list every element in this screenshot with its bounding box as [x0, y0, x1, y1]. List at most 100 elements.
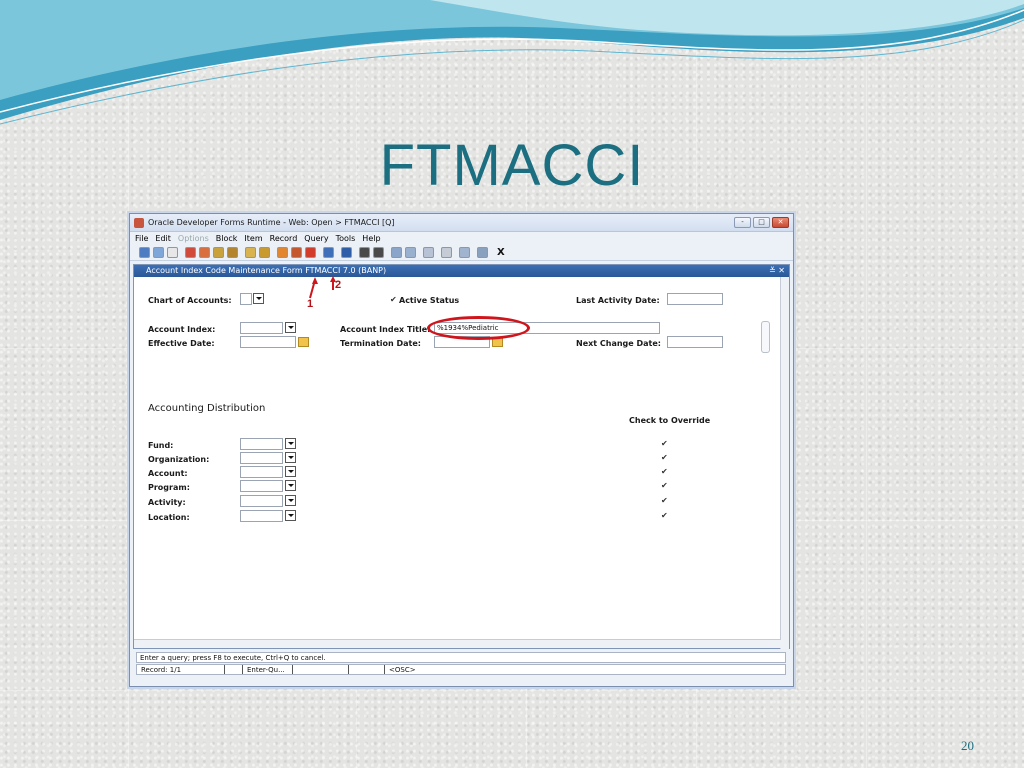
menu-record[interactable]: Record [270, 234, 298, 243]
organization-override-checkbox[interactable]: ✔ [661, 453, 668, 462]
menu-tools[interactable]: Tools [336, 234, 356, 243]
exit-icon[interactable]: X [497, 247, 505, 258]
navigate-icon[interactable] [423, 247, 434, 258]
oracle-app-icon [134, 217, 144, 228]
form-vertical-scrollbar[interactable] [780, 277, 789, 649]
record-scrollbar[interactable] [761, 321, 770, 353]
account-field[interactable] [240, 466, 283, 478]
print-icon[interactable] [167, 247, 178, 258]
status-blank [293, 665, 349, 674]
account-index-dropdown[interactable] [285, 322, 296, 333]
fund-dropdown[interactable] [285, 438, 296, 449]
lov-icon[interactable] [441, 247, 452, 258]
block-icon[interactable] [391, 247, 402, 258]
activity-label: Activity: [148, 498, 186, 507]
location-dropdown[interactable] [285, 510, 296, 521]
highlight-oval [427, 316, 530, 340]
cancel-query-icon[interactable] [305, 247, 316, 258]
account-index-field[interactable] [240, 322, 283, 334]
chart-of-accounts-field[interactable] [240, 293, 252, 305]
organization-label: Organization: [148, 455, 210, 464]
close-button[interactable]: ✕ [772, 217, 789, 228]
page-number: 20 [961, 738, 974, 753]
help-icon[interactable] [373, 247, 384, 258]
status-bar: Record: 1/1 Enter-Qu... <OSC> [136, 664, 786, 675]
account-index-title-label: Account Index Title: [340, 325, 431, 334]
next-block-icon[interactable] [227, 247, 238, 258]
location-override-checkbox[interactable]: ✔ [661, 511, 668, 520]
print-screen-icon[interactable] [341, 247, 352, 258]
menu-item[interactable]: Item [244, 234, 262, 243]
check-to-override-header: Check to Override [629, 416, 711, 425]
status-osc: <OSC> [389, 666, 416, 674]
accounting-distribution-header: Accounting Distribution [148, 403, 266, 414]
chart-of-accounts-dropdown[interactable] [253, 293, 264, 304]
form-horizontal-scrollbar[interactable] [134, 639, 781, 648]
menu-query[interactable]: Query [304, 234, 328, 243]
annotation-2: 2 [335, 279, 342, 291]
save-icon[interactable] [139, 247, 150, 258]
insert-record-icon[interactable] [245, 247, 256, 258]
fund-field[interactable] [240, 438, 283, 450]
program-field[interactable] [240, 480, 283, 492]
form-title: Account Index Code Maintenance Form FTMA… [146, 266, 387, 275]
fund-label: Fund: [148, 441, 174, 450]
item-icon[interactable] [405, 247, 416, 258]
forms-runtime-window: Oracle Developer Forms Runtime - Web: Op… [129, 213, 794, 687]
effective-date-field[interactable] [240, 336, 296, 348]
previous-block-icon[interactable] [185, 247, 196, 258]
menu-block[interactable]: Block [216, 234, 238, 243]
activity-dropdown[interactable] [285, 495, 296, 506]
menu-help[interactable]: Help [362, 234, 380, 243]
active-status-label: Active Status [399, 296, 460, 305]
next-record-icon[interactable] [213, 247, 224, 258]
minimize-button[interactable]: - [734, 217, 751, 228]
active-status-checkbox[interactable]: ✔ [390, 295, 397, 304]
effective-date-label: Effective Date: [148, 339, 215, 348]
activity-override-checkbox[interactable]: ✔ [661, 496, 668, 505]
status-mode: Enter-Qu... [243, 665, 293, 674]
organization-field[interactable] [240, 452, 283, 464]
previous-record-icon[interactable] [199, 247, 210, 258]
window-title: Oracle Developer Forms Runtime - Web: Op… [148, 218, 395, 227]
effective-date-calendar-icon[interactable] [298, 337, 309, 347]
menu-edit[interactable]: Edit [155, 234, 171, 243]
account-dropdown[interactable] [285, 466, 296, 477]
remove-record-icon[interactable] [259, 247, 270, 258]
account-override-checkbox[interactable]: ✔ [661, 467, 668, 476]
fund-override-checkbox[interactable]: ✔ [661, 439, 668, 448]
location-field[interactable] [240, 510, 283, 522]
slide-title: FTMACCI [379, 133, 645, 198]
execute-query-icon[interactable] [291, 247, 302, 258]
document-icon[interactable] [459, 247, 470, 258]
form-window-controls[interactable]: ≚ ✕ [769, 265, 785, 277]
bg-gridline [0, 690, 1024, 691]
last-activity-date-label: Last Activity Date: [576, 296, 660, 305]
wave-decoration [0, 0, 1024, 125]
last-activity-date-field[interactable] [667, 293, 723, 305]
chart-of-accounts-label: Chart of Accounts: [148, 296, 232, 305]
program-label: Program: [148, 483, 190, 492]
termination-date-label: Termination Date: [340, 339, 421, 348]
activity-field[interactable] [240, 495, 283, 507]
status-blank [225, 665, 243, 674]
options-icon[interactable] [323, 247, 334, 258]
rollback-icon[interactable] [153, 247, 164, 258]
next-change-date-label: Next Change Date: [576, 339, 661, 348]
status-blank [349, 665, 385, 674]
organization-dropdown[interactable] [285, 452, 296, 463]
menu-bar: File Edit Options Block Item Record Quer… [130, 232, 793, 245]
status-record: Record: 1/1 [137, 665, 225, 674]
enter-query-icon[interactable] [277, 247, 288, 258]
menu-file[interactable]: File [135, 234, 148, 243]
maximize-button[interactable]: □ [753, 217, 770, 228]
program-dropdown[interactable] [285, 480, 296, 491]
attachment-icon[interactable] [359, 247, 370, 258]
account-label: Account: [148, 469, 188, 478]
toolbar: X [130, 245, 793, 261]
program-override-checkbox[interactable]: ✔ [661, 481, 668, 490]
menu-options[interactable]: Options [178, 234, 209, 243]
form-titlebar: Account Index Code Maintenance Form FTMA… [134, 265, 789, 277]
next-change-date-field[interactable] [667, 336, 723, 348]
info-icon[interactable] [477, 247, 488, 258]
